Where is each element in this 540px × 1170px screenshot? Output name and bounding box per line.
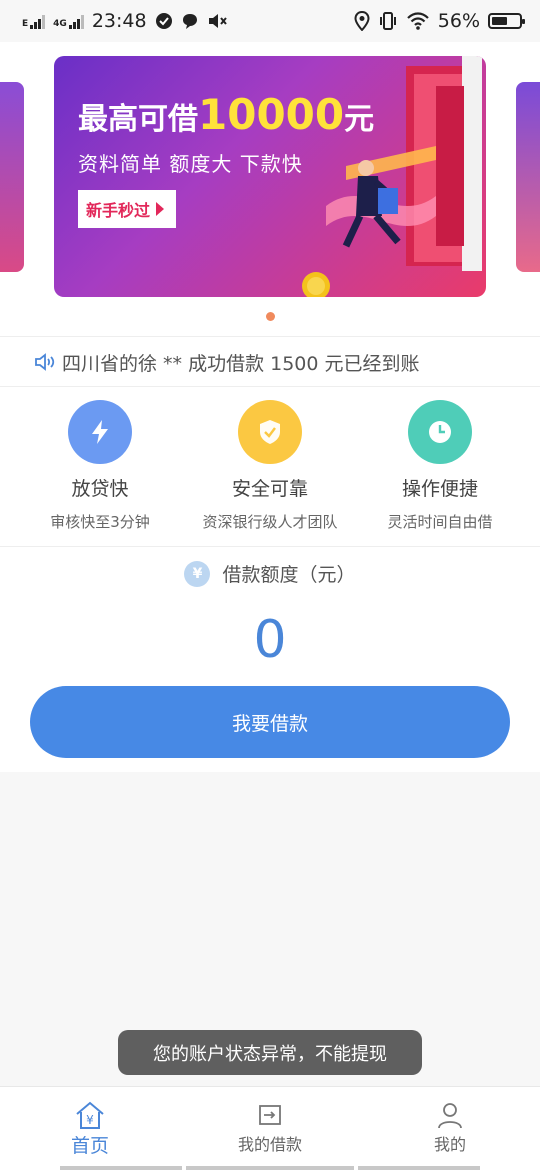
divider [0, 386, 540, 387]
divider [0, 336, 540, 337]
clock-icon [429, 421, 451, 443]
nav-item-mine[interactable]: 我的 [390, 1099, 510, 1155]
yen-icon: ¥ [184, 560, 211, 587]
feature-icon-circle [68, 400, 132, 464]
banner-subtitle: 资料简单 额度大 下款快 [78, 152, 303, 176]
battery-icon [488, 13, 525, 29]
user-icon [438, 1103, 462, 1129]
nav-item-home[interactable]: ¥ 首页 [30, 1099, 150, 1158]
feature-subtitle: 资深银行级人才团队 [202, 513, 338, 531]
lightning-icon [92, 420, 108, 444]
feature-subtitle: 审核快至3分钟 [50, 513, 150, 531]
play-arrow-icon [156, 202, 165, 216]
banner-cta-button[interactable]: 新手秒过 [78, 190, 177, 228]
bottom-nav: ¥ 首页 我的借款 我的 [0, 1086, 540, 1170]
status-left: E 4G 23:48 [22, 10, 227, 32]
apply-loan-button[interactable]: 我要借款 [30, 686, 510, 758]
status-bar: E 4G 23:48 56% [0, 0, 540, 42]
speaker-icon [35, 353, 55, 371]
feature-fast-loan: 放贷快 审核快至3分钟 [10, 400, 190, 532]
banner-next-peek[interactable] [516, 82, 540, 272]
home-icon: ¥ [76, 1101, 104, 1129]
nav-gesture-bar [186, 1166, 354, 1170]
divider [0, 546, 540, 547]
loan-amount-label-text: 借款额度（元） [222, 564, 356, 586]
nav-gesture-bar [358, 1166, 480, 1170]
svg-text:¥: ¥ [86, 1113, 94, 1127]
chat-bubble-icon [182, 14, 197, 29]
notice-text: 四川省的徐 ** 成功借款 1500 元已经到账 [62, 352, 420, 375]
feature-subtitle: 灵活时间自由借 [387, 513, 493, 531]
loan-notice: 四川省的徐 ** 成功借款 1500 元已经到账 [34, 340, 420, 384]
promo-banner[interactable]: 最高可借10000元 资料简单 额度大 下款快 新手秒过 [54, 56, 486, 297]
banner-illustration [302, 56, 482, 297]
nav-label: 首页 [70, 1135, 109, 1157]
feature-safe: 安全可靠 资深银行级人才团队 [180, 400, 360, 532]
banner-cta-label: 新手秒过 [86, 201, 151, 220]
feature-convenient: 操作便捷 灵活时间自由借 [350, 400, 530, 532]
carousel-indicator-dot[interactable] [266, 312, 275, 321]
banner-prev-peek[interactable] [0, 82, 24, 272]
status-right: 56% [354, 10, 525, 32]
loan-record-icon [259, 1105, 281, 1125]
nav-label: 我的 [433, 1135, 466, 1154]
loan-amount-value: 0 [253, 610, 287, 670]
battery-percent: 56% [437, 10, 480, 32]
toast-message: 您的账户状态异常，不能提现 [118, 1030, 422, 1075]
nav-label: 我的借款 [237, 1135, 302, 1154]
signal-4g-icon: 4G [53, 13, 84, 29]
feature-icon-circle [238, 400, 302, 464]
shield-check-icon [260, 420, 280, 444]
feature-title: 放贷快 [71, 478, 129, 500]
feature-title: 操作便捷 [401, 478, 478, 500]
wifi-icon [406, 12, 429, 30]
feature-icon-circle [408, 400, 472, 464]
check-circle-icon [155, 13, 172, 29]
network-type-label: E [22, 19, 29, 29]
nav-gesture-bar [60, 1166, 182, 1170]
loan-amount-label: ¥ 借款额度（元） [0, 560, 540, 587]
banner-title-prefix: 最高可借 [78, 102, 198, 137]
mute-speaker-icon [208, 14, 227, 28]
vibrate-icon [379, 12, 396, 30]
feature-title: 安全可靠 [231, 478, 308, 500]
clock-time: 23:48 [91, 10, 147, 32]
location-icon [354, 11, 370, 31]
signal-icon: E [22, 13, 46, 29]
network-4g-label: 4G [53, 19, 67, 29]
nav-item-my-loans[interactable]: 我的借款 [210, 1099, 330, 1155]
